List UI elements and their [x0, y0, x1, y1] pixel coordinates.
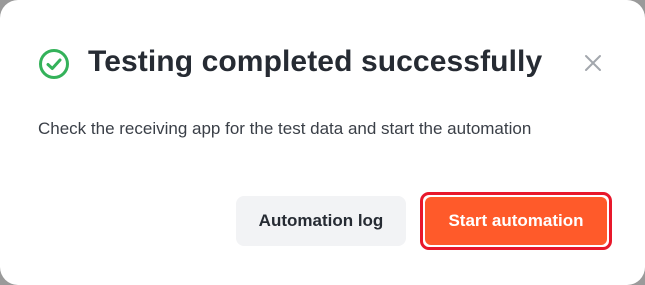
dialog-title: Testing completed successfully — [88, 45, 543, 78]
success-dialog: Testing completed successfully Check the… — [0, 0, 645, 285]
automation-log-button[interactable]: Automation log — [236, 196, 406, 246]
start-automation-button[interactable]: Start automation — [425, 197, 607, 245]
check-circle-icon — [39, 49, 69, 79]
close-icon[interactable] — [580, 50, 606, 76]
dialog-message: Check the receiving app for the test dat… — [38, 119, 532, 138]
start-automation-highlight: Start automation — [420, 192, 612, 250]
